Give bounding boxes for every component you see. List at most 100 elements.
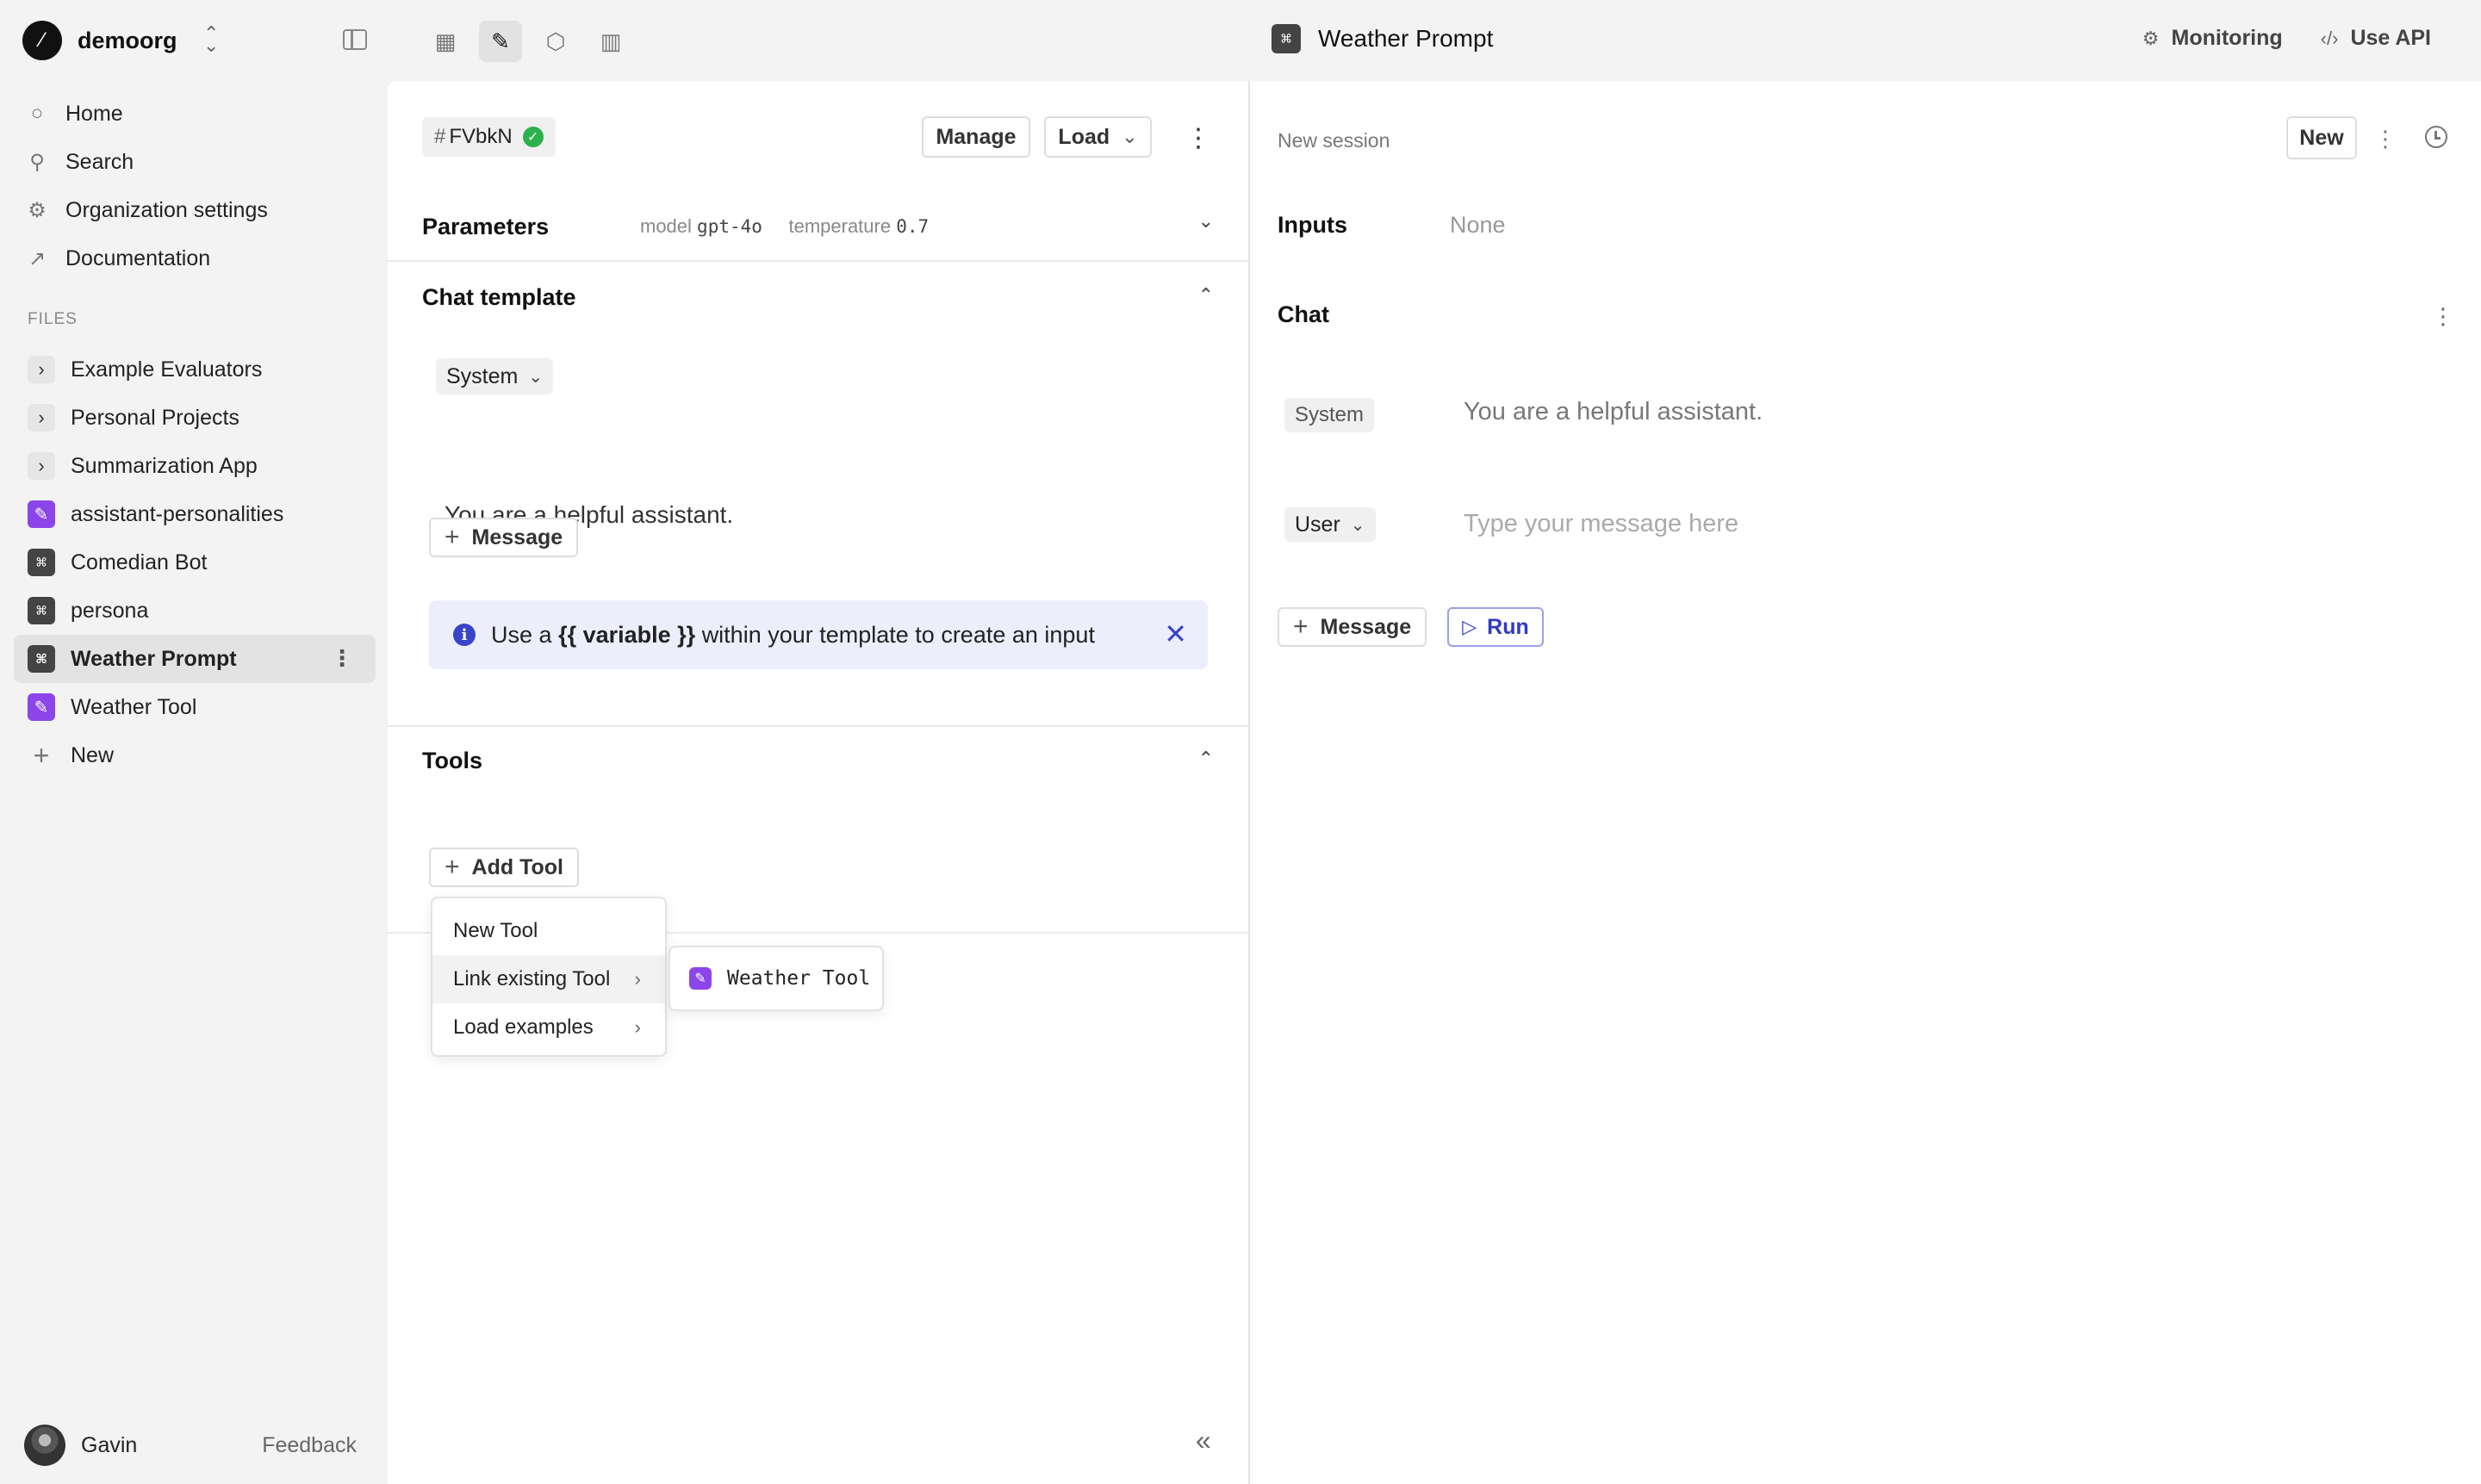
- chevron-up-down-icon: ⌃ ⌄: [203, 22, 220, 56]
- chat-template-heading: Chat template: [422, 284, 576, 310]
- role-select-user[interactable]: User ⌄: [1284, 507, 1376, 542]
- editor-pencil-icon[interactable]: ✎: [479, 21, 522, 62]
- user-menu[interactable]: Gavin Feedback: [24, 1423, 369, 1468]
- add-tool-menu: New Tool Link existing Tool › Load examp…: [431, 897, 667, 1057]
- manage-button[interactable]: Manage: [922, 116, 1030, 158]
- file-label: Weather Tool: [71, 694, 197, 719]
- chevron-right-icon: ›: [634, 968, 641, 990]
- nav-label: Home: [65, 101, 123, 126]
- divider: [388, 260, 1248, 262]
- menu-item-new-tool[interactable]: New Tool: [432, 907, 665, 955]
- add-message-label: Message: [1320, 614, 1412, 639]
- dashboard-grid-icon[interactable]: ▦: [424, 21, 467, 62]
- file-item-example-evaluators[interactable]: › Example Evaluators: [14, 345, 376, 394]
- monitoring-chart-icon[interactable]: ▥: [589, 21, 632, 62]
- file-label: Personal Projects: [71, 405, 239, 430]
- more-vertical-icon[interactable]: ⋮: [331, 647, 353, 669]
- divider: [388, 725, 1248, 727]
- use-api-button[interactable]: ‹/› Use API: [2321, 26, 2431, 51]
- sidebar: ⁄ demoorg ⌃ ⌄ ○ Home ⚲ Search ⚙ Organizat…: [0, 0, 388, 1484]
- banner-pre: Use a: [491, 621, 552, 648]
- menu-item-link-existing-tool[interactable]: Link existing Tool ›: [432, 955, 665, 1003]
- prompt-icon: ⌘: [28, 597, 55, 624]
- role-label: User: [1295, 512, 1340, 537]
- tools-heading: Tools: [422, 748, 482, 773]
- version-id: FVbkN: [449, 125, 513, 148]
- role-select-system[interactable]: System ⌄: [436, 358, 554, 394]
- file-item-persona[interactable]: ⌘ persona: [14, 587, 376, 635]
- file-label: Summarization App: [71, 453, 258, 478]
- document-title: ⌘ Weather Prompt: [1272, 24, 1493, 53]
- add-tool-button[interactable]: + Add Tool: [429, 848, 579, 887]
- run-button[interactable]: ▷ Run: [1447, 607, 1544, 647]
- nav-label: Organization settings: [65, 197, 268, 222]
- file-item-summarization-app[interactable]: › Summarization App: [14, 442, 376, 490]
- avatar[interactable]: [24, 1425, 65, 1466]
- submenu-item-weather-tool[interactable]: ✎ Weather Tool: [668, 946, 884, 1011]
- chevron-up-icon[interactable]: ⌃: [1198, 748, 1214, 770]
- feedback-button[interactable]: Feedback: [262, 1433, 357, 1458]
- add-tool-label: Add Tool: [471, 854, 563, 879]
- more-vertical-icon[interactable]: ⋮: [2432, 303, 2454, 329]
- history-clock-icon[interactable]: [2425, 126, 2447, 148]
- new-file-button[interactable]: + New: [14, 731, 376, 779]
- file-item-comedian-bot[interactable]: ⌘ Comedian Bot: [14, 538, 376, 587]
- chevron-right-icon[interactable]: ›: [28, 356, 55, 383]
- file-tree: › Example Evaluators › Personal Projects…: [14, 345, 376, 779]
- file-item-assistant-personalities[interactable]: ✎ assistant-personalities: [14, 490, 376, 538]
- file-label: assistant-personalities: [71, 501, 284, 526]
- menu-item-load-examples[interactable]: Load examples ›: [432, 1003, 665, 1052]
- search-icon: ⚲: [29, 150, 45, 174]
- files-section-label: FILES: [28, 310, 78, 328]
- hash-icon: #: [434, 125, 446, 148]
- collapse-panel-icon[interactable]: «: [1196, 1425, 1211, 1456]
- nav-search[interactable]: ⚲ Search: [26, 138, 379, 186]
- chevron-right-icon[interactable]: ›: [28, 404, 55, 432]
- plus-icon: +: [1293, 612, 1309, 641]
- plus-icon: +: [33, 739, 50, 771]
- prompt-editor: # FVbkN ✓ Manage Load ⌄ ⋮ Parameters mod…: [388, 81, 1248, 1484]
- file-item-weather-tool[interactable]: ✎ Weather Tool: [14, 683, 376, 731]
- chevron-down-icon: ⌄: [1350, 515, 1365, 535]
- play-icon: ▷: [1462, 616, 1477, 637]
- chevron-down-icon[interactable]: ⌄: [1198, 210, 1214, 233]
- sidebar-toggle-icon[interactable]: [343, 29, 367, 50]
- chevron-up-icon[interactable]: ⌃: [1198, 284, 1214, 307]
- nav-organization-settings[interactable]: ⚙ Organization settings: [26, 186, 379, 234]
- inputs-value: None: [1450, 212, 1506, 238]
- monitoring-button[interactable]: ⚙ Monitoring: [2142, 26, 2283, 51]
- add-message-button[interactable]: + Message: [429, 518, 579, 557]
- close-icon[interactable]: ✕: [1164, 618, 1187, 650]
- more-vertical-icon[interactable]: ⋮: [2374, 126, 2397, 152]
- role-badge-system: System: [1284, 398, 1375, 432]
- chevron-right-icon[interactable]: ›: [28, 452, 55, 480]
- view-mode-toolbar: ▦ ✎ ⬡ ▥: [424, 21, 632, 62]
- temperature-label: temperature: [788, 215, 892, 237]
- file-item-personal-projects[interactable]: › Personal Projects: [14, 394, 376, 442]
- system-message-text: You are a helpful assistant.: [1464, 398, 1763, 425]
- role-label: System: [446, 363, 519, 388]
- load-button[interactable]: Load ⌄: [1044, 116, 1152, 158]
- new-session-button[interactable]: New: [2286, 116, 2357, 159]
- user-message-input[interactable]: Type your message here: [1464, 510, 1738, 538]
- check-circle-icon: ✓: [522, 127, 544, 147]
- file-label: New: [71, 742, 115, 767]
- variable-hint-banner: i Use a {{ variable }} within your templ…: [429, 600, 1208, 669]
- more-vertical-icon[interactable]: ⋮: [1185, 126, 1211, 152]
- temperature-value: 0.7: [896, 216, 930, 237]
- prompt-icon: ⌘: [28, 645, 55, 673]
- file-label: persona: [71, 598, 149, 623]
- org-switcher[interactable]: ⁄ demoorg ⌃ ⌄: [22, 21, 219, 60]
- nav-documentation[interactable]: ↗ Documentation: [26, 234, 379, 283]
- file-item-weather-prompt[interactable]: ⌘ Weather Prompt ⋮: [14, 635, 376, 683]
- session-panel: New session New ⋮ Inputs None Chat ⋮ Sys…: [1250, 81, 2481, 1484]
- nav-home[interactable]: ○ Home: [26, 90, 379, 138]
- arrow-up-right-icon: ↗: [28, 246, 47, 270]
- chat-heading: Chat: [1278, 301, 1329, 327]
- file-label: Example Evaluators: [71, 357, 263, 382]
- deploy-cube-icon[interactable]: ⬡: [534, 21, 577, 62]
- version-badge[interactable]: # FVbkN ✓: [422, 117, 556, 157]
- add-message-button[interactable]: + Message: [1278, 607, 1427, 647]
- file-label: Weather Prompt: [71, 646, 237, 671]
- parameters-heading: Parameters: [422, 214, 550, 239]
